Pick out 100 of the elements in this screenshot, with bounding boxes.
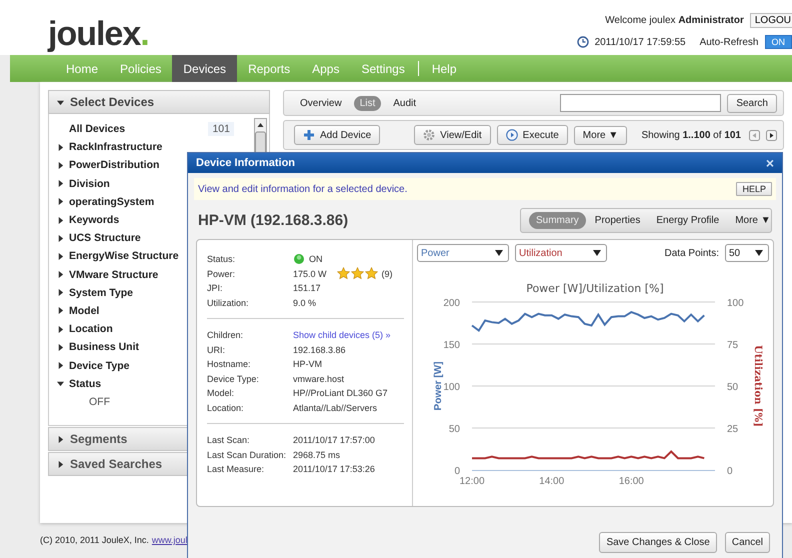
tree-item[interactable]: All Devices xyxy=(69,123,126,136)
chart-title: Power [W]/Utilization [%] xyxy=(526,282,664,295)
view-tab[interactable]: Overview xyxy=(294,96,348,110)
caret-icon[interactable] xyxy=(495,250,503,256)
welcome-text: Welcome joulex Administrator xyxy=(605,15,744,26)
action-button[interactable]: More ▼ xyxy=(574,126,628,144)
series-dropdown[interactable]: Utilization xyxy=(515,244,607,262)
data-points-dropdown[interactable]: 50 xyxy=(725,244,769,262)
caret-icon[interactable] xyxy=(593,250,601,256)
field-label: Utilization: xyxy=(207,298,250,308)
previous-page-icon[interactable] xyxy=(749,130,760,140)
expand-caret-icon[interactable] xyxy=(57,234,64,242)
y-axis-title: Utilization [%] xyxy=(752,345,763,427)
field-value: HP//ProLiant DL360 G7 xyxy=(293,388,388,398)
collapse-caret-icon[interactable] xyxy=(57,98,64,106)
tree-item[interactable]: Keywords xyxy=(69,214,120,226)
tree-item[interactable]: PowerDistribution xyxy=(69,159,160,172)
tab[interactable]: More ▼ xyxy=(728,212,778,229)
tree-item[interactable]: Status xyxy=(69,378,102,390)
field-value: 2011/10/17 17:57:00 xyxy=(293,435,375,446)
field-label: Last Measure: xyxy=(207,464,266,474)
collapse-caret-icon[interactable] xyxy=(57,380,64,388)
caret-icon[interactable] xyxy=(755,250,763,256)
tab[interactable]: Properties xyxy=(588,212,648,229)
field-value: HP-VM xyxy=(293,359,322,370)
logout-button[interactable]: LOGOU xyxy=(750,13,792,28)
expand-caret-icon[interactable] xyxy=(57,180,64,188)
field-value: 2011/10/17 17:53:26 xyxy=(293,464,375,474)
datetime-text: 2011/10/17 17:59:55 xyxy=(594,36,686,48)
expand-caret-icon[interactable] xyxy=(57,271,64,278)
expand-caret-icon[interactable] xyxy=(57,216,64,224)
star-icon xyxy=(336,267,350,280)
tree-item[interactable]: Device Type xyxy=(69,360,130,372)
expand-caret-icon[interactable] xyxy=(57,460,64,468)
action-button[interactable]: Execute xyxy=(496,125,568,145)
expand-caret-icon[interactable] xyxy=(57,326,64,333)
field-value: 192.168.3.86 xyxy=(293,344,346,355)
expand-caret-icon[interactable] xyxy=(57,144,64,151)
expand-caret-icon[interactable] xyxy=(57,162,64,169)
star-icon xyxy=(364,267,378,280)
nav-tab[interactable]: Devices xyxy=(172,55,238,82)
field-value: 9.0 % xyxy=(293,298,316,308)
dialog-button[interactable]: Cancel xyxy=(724,532,770,553)
status-dot-icon xyxy=(293,253,305,266)
field-value: vmware.host xyxy=(293,374,344,384)
series-dropdown[interactable]: Power xyxy=(417,244,509,262)
field-value: 2968.75 ms xyxy=(293,450,340,460)
tree-item[interactable]: UCS Structure xyxy=(69,232,141,244)
dialog-title: Device Information xyxy=(196,157,296,169)
tree-item[interactable]: Division xyxy=(69,178,110,190)
clock-icon xyxy=(576,36,589,48)
expand-caret-icon[interactable] xyxy=(57,198,64,206)
close-button[interactable]: × xyxy=(766,155,774,171)
action-button[interactable]: Add Device xyxy=(294,125,380,145)
expand-caret-icon[interactable] xyxy=(57,289,64,296)
view-tab[interactable]: Audit xyxy=(387,96,422,110)
count-badge: 101 xyxy=(208,122,234,136)
tree-item[interactable]: EnergyWise Structure xyxy=(69,250,179,262)
axis-tick-label: 100 xyxy=(443,382,460,393)
tree-item[interactable]: System Type xyxy=(69,286,133,299)
dialog-button[interactable]: Save Changes & Close xyxy=(599,532,717,553)
expand-caret-icon[interactable] xyxy=(57,362,64,370)
gear-icon xyxy=(423,129,436,141)
axis-tick-label: 12:00 xyxy=(459,476,485,487)
help-button[interactable]: HELP xyxy=(736,182,772,196)
field-value: ON xyxy=(309,254,322,264)
tree-item[interactable]: OFF xyxy=(89,396,110,408)
expand-caret-icon[interactable] xyxy=(57,307,64,314)
tree-item[interactable]: Location xyxy=(69,323,113,336)
axis-tick-label: 150 xyxy=(443,340,460,351)
expand-caret-icon[interactable] xyxy=(57,436,64,442)
tree-item[interactable]: VMware Structure xyxy=(69,268,158,281)
action-button[interactable]: View/Edit xyxy=(414,125,491,145)
field-label: JPI: xyxy=(207,283,224,294)
next-page-icon[interactable] xyxy=(766,130,777,140)
help-text: View and edit information for a selected device. xyxy=(198,184,408,194)
auto-refresh-label: Auto-Refresh xyxy=(700,36,758,48)
tree-item[interactable]: Model xyxy=(69,304,100,317)
field-label: Location: xyxy=(207,402,245,413)
rating-count: (9) xyxy=(382,268,393,279)
tree-item[interactable]: RackInfrastructure xyxy=(69,141,162,154)
panel-header[interactable]: Select Devices xyxy=(48,90,270,114)
axis-tick-label: 75 xyxy=(727,340,738,351)
field-value: 175.0 W xyxy=(293,268,327,279)
axis-tick-label: 100 xyxy=(727,298,744,309)
tab[interactable]: Energy Profile xyxy=(649,212,726,229)
child-devices-link[interactable]: Show child devices (5) » xyxy=(293,330,391,340)
paging-text: Showing 1..100 of 101 xyxy=(641,130,741,140)
search-field[interactable] xyxy=(560,94,722,112)
website-link[interactable]: www.joul xyxy=(152,535,188,545)
field-label: Power: xyxy=(207,268,236,279)
tree-item[interactable]: Business Unit xyxy=(69,341,140,354)
axis-tick-label: 14:00 xyxy=(539,476,564,487)
plus-icon xyxy=(303,129,315,141)
axis-tick-label: 0 xyxy=(727,466,733,477)
search-button[interactable]: Search xyxy=(727,94,777,112)
tree-item[interactable]: operatingSystem xyxy=(69,196,154,208)
expand-caret-icon[interactable] xyxy=(57,344,64,351)
expand-caret-icon[interactable] xyxy=(57,252,64,260)
device-title: HP-VM (192.168.3.86) xyxy=(198,212,348,229)
